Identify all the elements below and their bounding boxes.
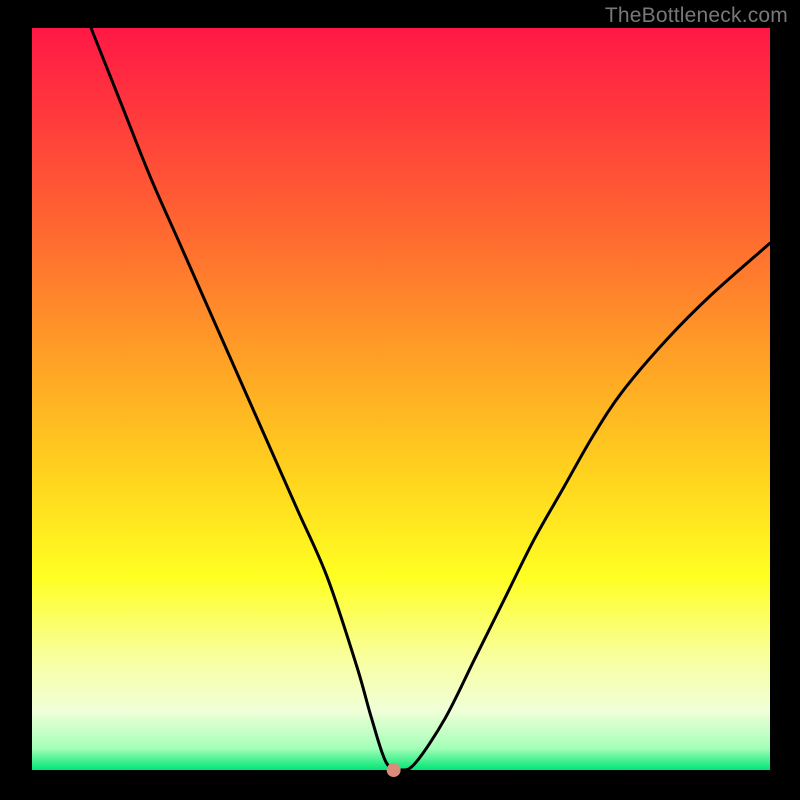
chart-canvas <box>0 0 800 800</box>
watermark-text: TheBottleneck.com <box>605 4 788 28</box>
plot-background <box>32 28 770 770</box>
minimum-marker <box>387 763 401 777</box>
chart-frame: { "watermark": "TheBottleneck.com", "cha… <box>0 0 800 800</box>
